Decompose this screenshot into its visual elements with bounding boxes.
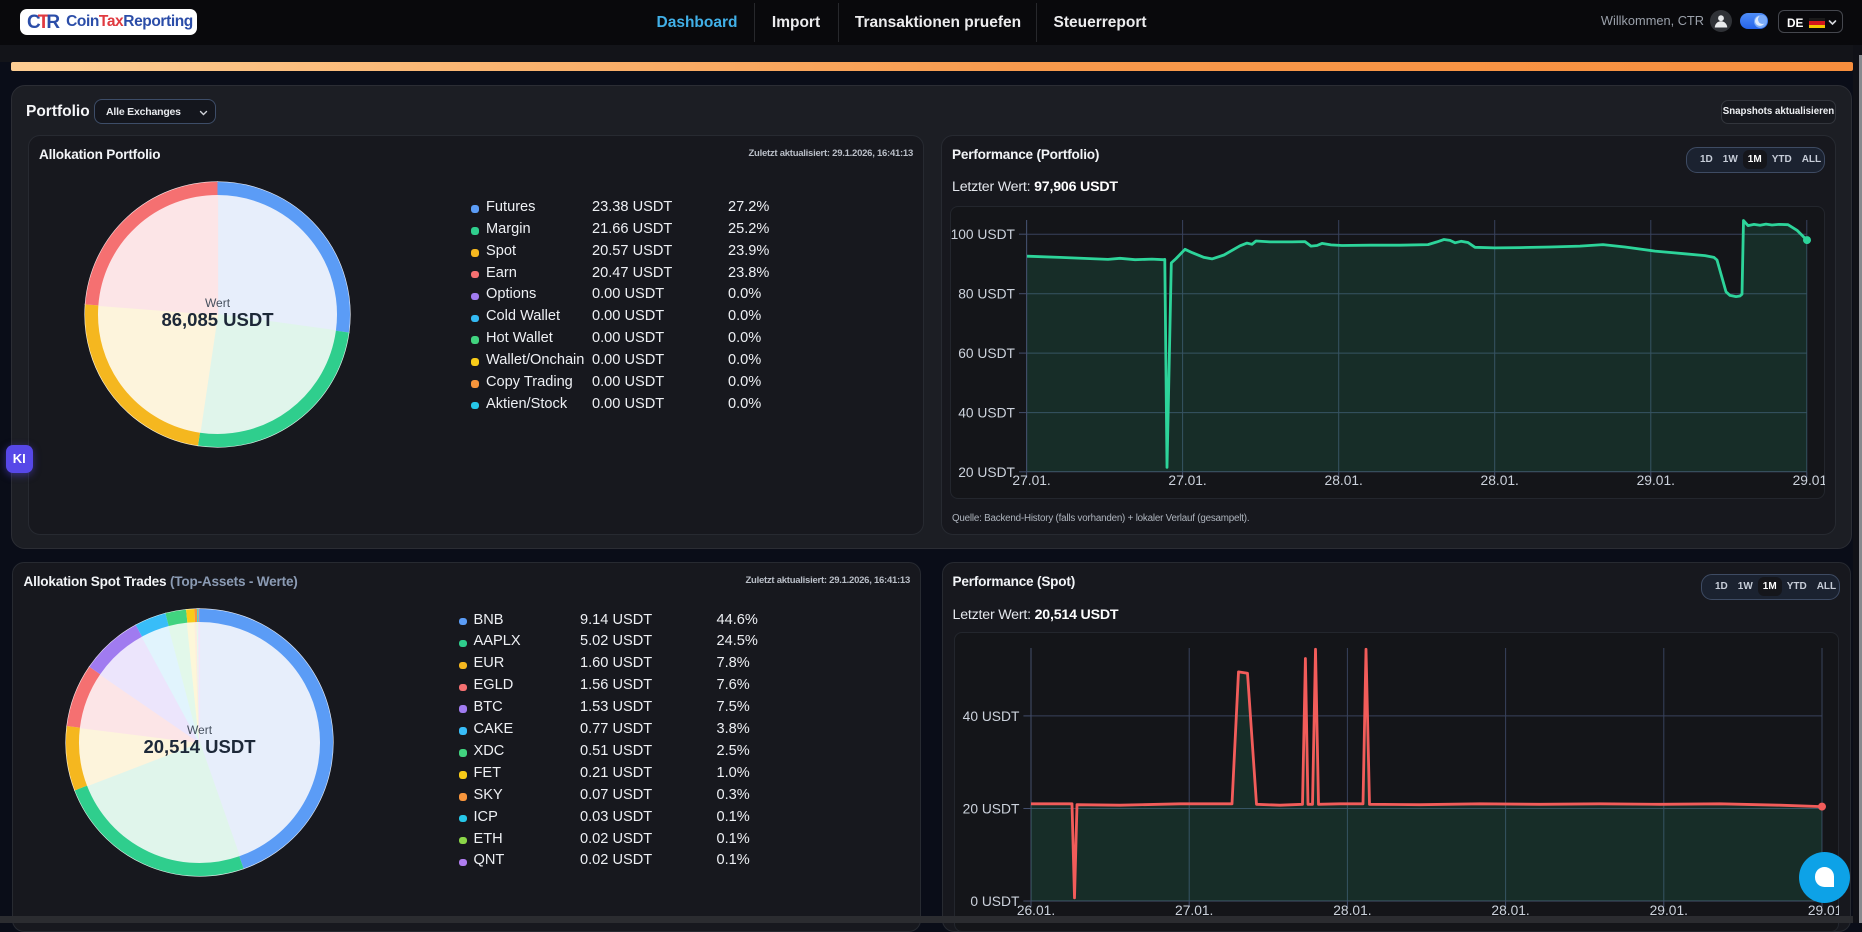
svg-text:100 USDT: 100 USDT	[951, 227, 1016, 242]
svg-text:80 USDT: 80 USDT	[958, 287, 1015, 302]
svg-text:60 USDT: 60 USDT	[958, 346, 1015, 361]
svg-text:40 USDT: 40 USDT	[963, 709, 1020, 724]
svg-text:28.01.: 28.01.	[1481, 473, 1519, 488]
svg-text:0 USDT: 0 USDT	[970, 894, 1020, 909]
svg-text:29.01.: 29.01.	[1637, 473, 1675, 488]
svg-text:29.01.: 29.01.	[1793, 473, 1825, 488]
svg-text:28.01.: 28.01.	[1325, 473, 1363, 488]
svg-text:40 USDT: 40 USDT	[958, 406, 1015, 421]
svg-text:20 USDT: 20 USDT	[963, 802, 1020, 817]
svg-text:27.01.: 27.01.	[1012, 473, 1050, 488]
svg-text:27.01.: 27.01.	[1168, 473, 1206, 488]
svg-text:20 USDT: 20 USDT	[958, 465, 1015, 480]
